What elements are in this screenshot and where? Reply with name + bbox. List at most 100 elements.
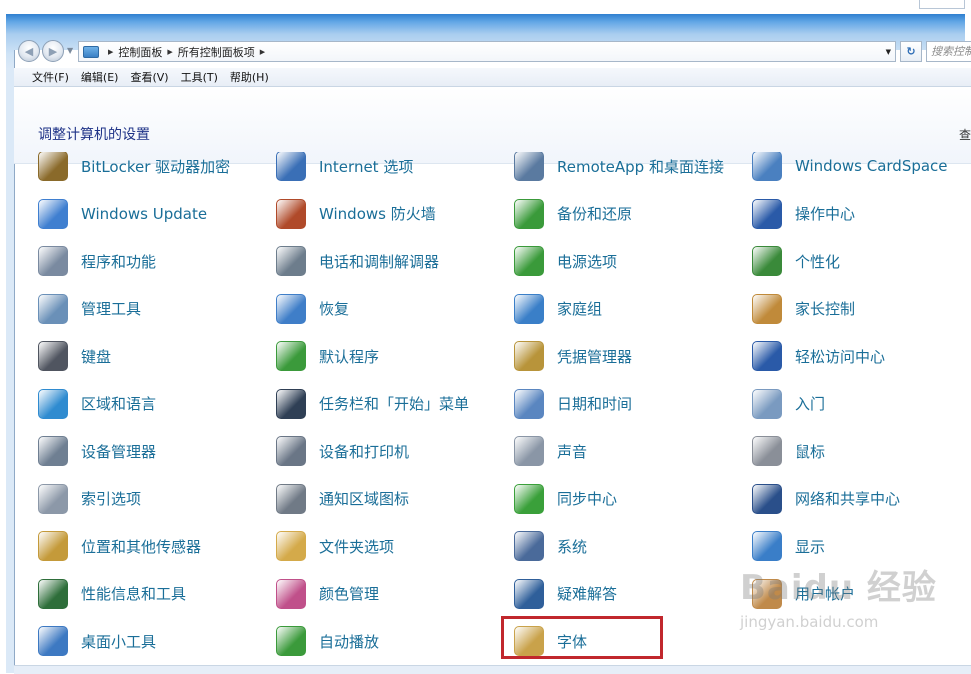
getting-started-icon: [752, 388, 782, 419]
mouse-icon: [752, 436, 782, 466]
address-bar[interactable]: ▶ 控制面板 ▶ 所有控制面板项 ▶ ▼: [78, 41, 896, 62]
item-label: 恢复: [319, 300, 350, 318]
item-label: Windows 防火墙: [319, 205, 436, 223]
item-label: 区域和语言: [81, 395, 157, 413]
item-label: 同步中心: [557, 490, 618, 508]
control-panel-item[interactable]: 日期和时间: [514, 384, 632, 424]
item-label: BitLocker 驱动器加密: [81, 157, 231, 176]
ease-access-icon: [752, 341, 782, 371]
control-panel-item[interactable]: 性能信息和工具: [38, 574, 186, 614]
control-panel-item[interactable]: 区域和语言: [38, 384, 156, 424]
cardspace-icon: [752, 152, 782, 181]
breadcrumb-chevron-icon[interactable]: ▶: [108, 48, 113, 56]
menu-help[interactable]: 帮助(H): [230, 69, 269, 85]
control-panel-item[interactable]: RemoteApp 和桌面连接: [514, 152, 724, 186]
control-panel-item[interactable]: Windows Update: [38, 194, 207, 234]
menu-tools[interactable]: 工具(T): [181, 69, 218, 85]
item-label: 通知区域图标: [319, 490, 410, 508]
control-panel-item[interactable]: 文件夹选项: [276, 526, 394, 566]
control-panel-item[interactable]: 恢复: [276, 289, 349, 329]
firewall-icon: [276, 198, 306, 229]
control-panel-item[interactable]: 家长控制: [752, 289, 855, 329]
item-label: 家庭组: [557, 300, 603, 318]
control-panel-item[interactable]: Windows 防火墙: [276, 194, 436, 234]
menu-view[interactable]: 查看(V): [130, 69, 168, 85]
control-panel-item[interactable]: 声音: [514, 431, 587, 471]
item-label: 操作中心: [795, 205, 856, 223]
color-management-icon: [276, 578, 306, 609]
item-label: 入门: [795, 395, 826, 413]
item-label: 家长控制: [795, 300, 856, 318]
refresh-button[interactable]: ↻: [900, 41, 922, 62]
desktop-top-area: [0, 0, 971, 14]
control-panel-item[interactable]: 入门: [752, 384, 825, 424]
region-icon: [38, 388, 68, 419]
sensor-icon: [38, 531, 68, 561]
control-panel-item[interactable]: 设备管理器: [38, 431, 156, 471]
view-by-link[interactable]: 查: [959, 126, 971, 143]
control-panel-item[interactable]: 电话和调制解调器: [276, 241, 439, 281]
control-panel-item[interactable]: 任务栏和「开始」菜单: [276, 384, 469, 424]
item-label: 声音: [557, 442, 588, 461]
back-button[interactable]: ◀: [18, 40, 40, 62]
forward-button[interactable]: ▶: [42, 40, 64, 62]
control-panel-item[interactable]: 鼠标: [752, 431, 825, 471]
display-icon: [752, 531, 782, 561]
item-label: 设备和打印机: [319, 442, 410, 461]
control-panel-item[interactable]: 疑难解答: [514, 574, 617, 614]
phone-modem-icon: [276, 246, 306, 276]
control-panel-item[interactable]: 颜色管理: [276, 574, 379, 614]
control-panel-item[interactable]: 家庭组: [514, 289, 602, 329]
item-label: 自动播放: [319, 632, 380, 651]
control-panel-item[interactable]: 默认程序: [276, 336, 379, 376]
control-panel-item[interactable]: BitLocker 驱动器加密: [38, 152, 230, 186]
performance-icon: [38, 578, 68, 609]
item-label: 电源选项: [557, 252, 618, 271]
credential-icon: [514, 341, 544, 371]
item-label: Windows Update: [81, 204, 208, 223]
control-panel-item[interactable]: 备份和还原: [514, 194, 632, 234]
control-panel-item[interactable]: 凭据管理器: [514, 336, 632, 376]
control-panel-item[interactable]: 网络和共享中心: [752, 479, 900, 519]
control-panel-item[interactable]: 自动播放: [276, 621, 379, 661]
control-panel-item[interactable]: Windows CardSpace: [752, 152, 948, 186]
programs-icon: [38, 246, 68, 276]
control-panel-item[interactable]: 轻松访问中心: [752, 336, 885, 376]
control-panel-item[interactable]: 显示: [752, 526, 825, 566]
control-panel-item[interactable]: 同步中心: [514, 479, 617, 519]
address-dropdown-icon[interactable]: ▼: [886, 48, 891, 56]
item-label: 程序和功能: [81, 252, 157, 271]
control-panel-icon: [83, 45, 99, 58]
windows-update-icon: [38, 198, 68, 229]
breadcrumb-chevron-icon[interactable]: ▶: [167, 48, 172, 56]
control-panel-item[interactable]: 索引选项: [38, 479, 141, 519]
breadcrumb-control-panel[interactable]: 控制面板: [118, 44, 162, 60]
control-panel-item[interactable]: 设备和打印机: [276, 431, 409, 471]
item-label: 轻松访问中心: [795, 347, 886, 366]
control-panel-item[interactable]: 位置和其他传感器: [38, 526, 201, 566]
control-panel-item[interactable]: 系统: [514, 526, 587, 566]
control-panel-item[interactable]: 键盘: [38, 336, 111, 376]
breadcrumb-chevron-icon[interactable]: ▶: [260, 48, 265, 56]
control-panel-item[interactable]: 桌面小工具: [38, 621, 156, 661]
breadcrumb-all-items[interactable]: 所有控制面板项: [178, 44, 255, 60]
system-icon: [514, 531, 544, 561]
bitlocker-icon: [38, 152, 68, 181]
control-panel-item[interactable]: 程序和功能: [38, 241, 156, 281]
menu-edit[interactable]: 编辑(E): [81, 69, 119, 85]
device-manager-icon: [38, 436, 68, 466]
control-panel-item[interactable]: 用户帐户: [752, 574, 855, 614]
control-panel-item[interactable]: 电源选项: [514, 241, 617, 281]
keyboard-icon: [38, 341, 68, 371]
control-panel-item[interactable]: 个性化: [752, 241, 840, 281]
menu-file[interactable]: 文件(F): [32, 69, 69, 85]
control-panel-item[interactable]: 管理工具: [38, 289, 141, 329]
default-programs-icon: [276, 341, 306, 371]
search-input[interactable]: 搜索控制: [926, 41, 971, 62]
datetime-icon: [514, 388, 544, 419]
control-panel-item[interactable]: 操作中心: [752, 194, 855, 234]
control-panel-item[interactable]: 通知区域图标: [276, 479, 409, 519]
recent-pages-dropdown[interactable]: ▼: [67, 46, 75, 56]
control-panel-item[interactable]: Internet 选项: [276, 152, 413, 186]
highlight-annotation-box: [501, 616, 663, 659]
